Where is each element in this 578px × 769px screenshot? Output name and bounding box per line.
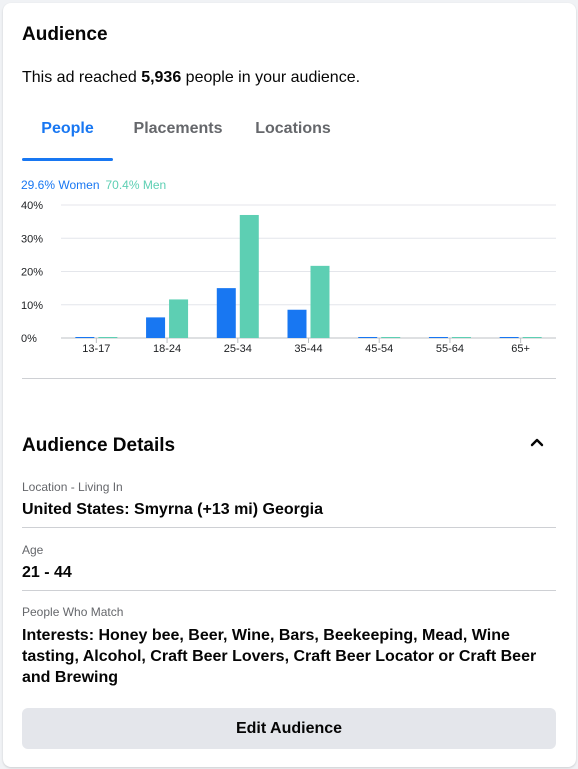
- x-tick-label: 55-64: [436, 343, 464, 355]
- bar-men: [169, 299, 189, 338]
- x-tick-label: 13-17: [82, 343, 110, 355]
- match-value: Interests: Honey bee, Beer, Wine, Bars, …: [22, 627, 537, 686]
- age-value: 21 - 44: [22, 564, 72, 581]
- audience-card: Audience This ad reached 5,936 people in…: [3, 3, 576, 767]
- y-tick-label: 10%: [21, 300, 43, 312]
- bar-men: [381, 337, 401, 338]
- bar-women: [358, 337, 378, 338]
- bar-women: [287, 309, 307, 338]
- bar-women: [216, 288, 236, 338]
- bar-men: [522, 337, 542, 338]
- x-tick-label: 35-44: [294, 343, 322, 355]
- age-gender-chart: 0% 10% 20% 30% 40% 13-17 18-24 25-34 35-44 45-54 5…: [21, 200, 556, 355]
- bar-women: [146, 317, 166, 338]
- age-label: Age: [22, 543, 44, 557]
- location-label: Location - Living In: [22, 480, 123, 494]
- bar-men: [310, 265, 330, 338]
- x-tick-label: 25-34: [224, 343, 252, 355]
- y-tick-label: 20%: [21, 267, 43, 279]
- chevron-up-icon: [530, 438, 544, 447]
- bar-women: [428, 337, 448, 338]
- chart-divider: [22, 378, 556, 379]
- location-value: United States: Smyrna (+13 mi) Georgia: [22, 501, 323, 518]
- y-tick-label: 30%: [21, 233, 43, 245]
- bar-women: [75, 337, 95, 338]
- y-tick-label: 40%: [21, 200, 43, 212]
- bar-men: [239, 214, 259, 338]
- collapse-button[interactable]: [525, 431, 549, 455]
- bar-men: [451, 337, 471, 338]
- x-tick-label: 18-24: [153, 343, 181, 355]
- match-label: People Who Match: [22, 605, 124, 619]
- x-tick-label: 45-54: [365, 343, 393, 355]
- y-tick-label: 0%: [21, 333, 37, 345]
- bar-women: [499, 337, 519, 338]
- x-tick-label: 65+: [511, 343, 530, 355]
- location-divider: [22, 527, 556, 528]
- audience-details-title: Audience Details: [22, 435, 176, 456]
- age-divider: [22, 590, 556, 591]
- bar-men: [98, 337, 118, 338]
- edit-audience-button[interactable]: Edit Audience: [22, 708, 556, 749]
